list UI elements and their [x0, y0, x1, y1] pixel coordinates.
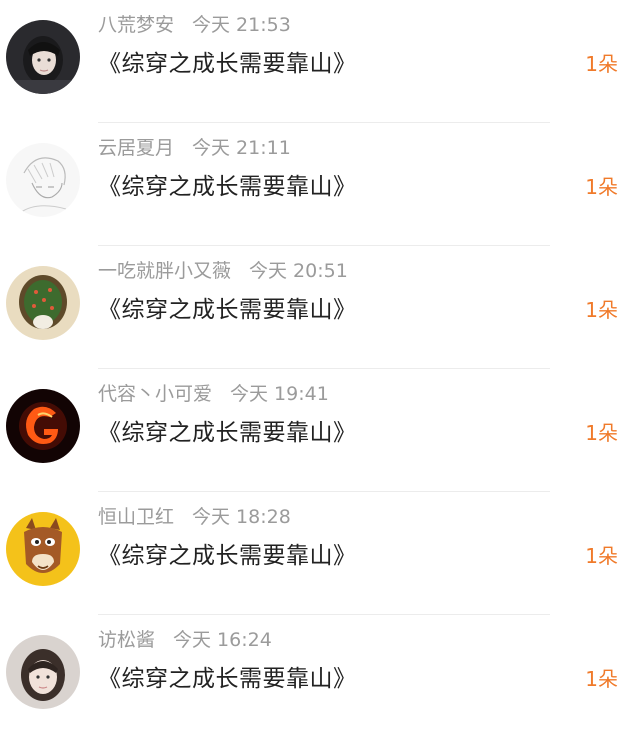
book-title[interactable]: 《综穿之成长需要靠山》 [98, 44, 357, 78]
timestamp: 今天 21:53 [192, 14, 291, 36]
list-item[interactable]: 一吃就胖小又薇 今天 20:51 《综穿之成长需要靠山》 1朵 [0, 246, 640, 369]
flower-count: 1朵 [585, 175, 618, 199]
timestamp: 今天 20:51 [249, 260, 348, 282]
avatar[interactable] [6, 512, 80, 586]
comment-meta: 八荒梦安 今天 21:53 [98, 10, 291, 37]
user-name[interactable]: 访松酱 [98, 629, 155, 651]
flower-count: 1朵 [585, 421, 618, 445]
flower-count: 1朵 [585, 667, 618, 691]
avatar-cactus-cake-icon [6, 266, 80, 340]
avatar[interactable] [6, 635, 80, 709]
book-title[interactable]: 《综穿之成长需要靠山》 [98, 413, 357, 447]
flower-count: 1朵 [585, 298, 618, 322]
comment-meta: 访松酱 今天 16:24 [98, 625, 272, 652]
flower-count: 1朵 [585, 544, 618, 568]
user-name[interactable]: 恒山卫红 [98, 506, 174, 528]
comment-meta: 代容丶小可爱 今天 19:41 [98, 379, 329, 406]
timestamp: 今天 16:24 [173, 629, 272, 651]
avatar[interactable] [6, 20, 80, 94]
user-name[interactable]: 八荒梦安 [98, 14, 174, 36]
avatar[interactable] [6, 266, 80, 340]
list-item[interactable]: 代容丶小可爱 今天 19:41 《综穿之成长需要靠山》 1朵 [0, 369, 640, 492]
list-item[interactable]: 恒山卫红 今天 18:28 《综穿之成长需要靠山》 1朵 [0, 492, 640, 615]
comment-meta: 云居夏月 今天 21:11 [98, 133, 291, 160]
avatar-cartoon-horse-icon [6, 512, 80, 586]
avatar[interactable] [6, 143, 80, 217]
comment-meta: 恒山卫红 今天 18:28 [98, 502, 291, 529]
list-item[interactable]: 八荒梦安 今天 21:53 《综穿之成长需要靠山》 1朵 [0, 0, 640, 123]
comment-meta: 一吃就胖小又薇 今天 20:51 [98, 256, 348, 283]
gift-list: 八荒梦安 今天 21:53 《综穿之成长需要靠山》 1朵 云居夏月 今天 21:11… [0, 0, 640, 722]
avatar[interactable] [6, 389, 80, 463]
user-name[interactable]: 代容丶小可爱 [98, 383, 212, 405]
user-name[interactable]: 云居夏月 [98, 137, 174, 159]
avatar-girl-dark-hair-icon [6, 20, 80, 94]
list-item[interactable]: 访松酱 今天 16:24 《综穿之成长需要靠山》 1朵 [0, 615, 640, 738]
timestamp: 今天 21:11 [192, 137, 291, 159]
timestamp: 今天 18:28 [192, 506, 291, 528]
timestamp: 今天 19:41 [230, 383, 329, 405]
user-name[interactable]: 一吃就胖小又薇 [98, 260, 231, 282]
book-title[interactable]: 《综穿之成长需要靠山》 [98, 167, 357, 201]
avatar-girl-photo-icon [6, 635, 80, 709]
avatar-anime-sketch-icon [6, 143, 80, 217]
flower-count: 1朵 [585, 52, 618, 76]
list-item[interactable]: 云居夏月 今天 21:11 《综穿之成长需要靠山》 1朵 [0, 123, 640, 246]
avatar-fire-letter-icon [6, 389, 80, 463]
book-title[interactable]: 《综穿之成长需要靠山》 [98, 536, 357, 570]
book-title[interactable]: 《综穿之成长需要靠山》 [98, 290, 357, 324]
book-title[interactable]: 《综穿之成长需要靠山》 [98, 659, 357, 693]
